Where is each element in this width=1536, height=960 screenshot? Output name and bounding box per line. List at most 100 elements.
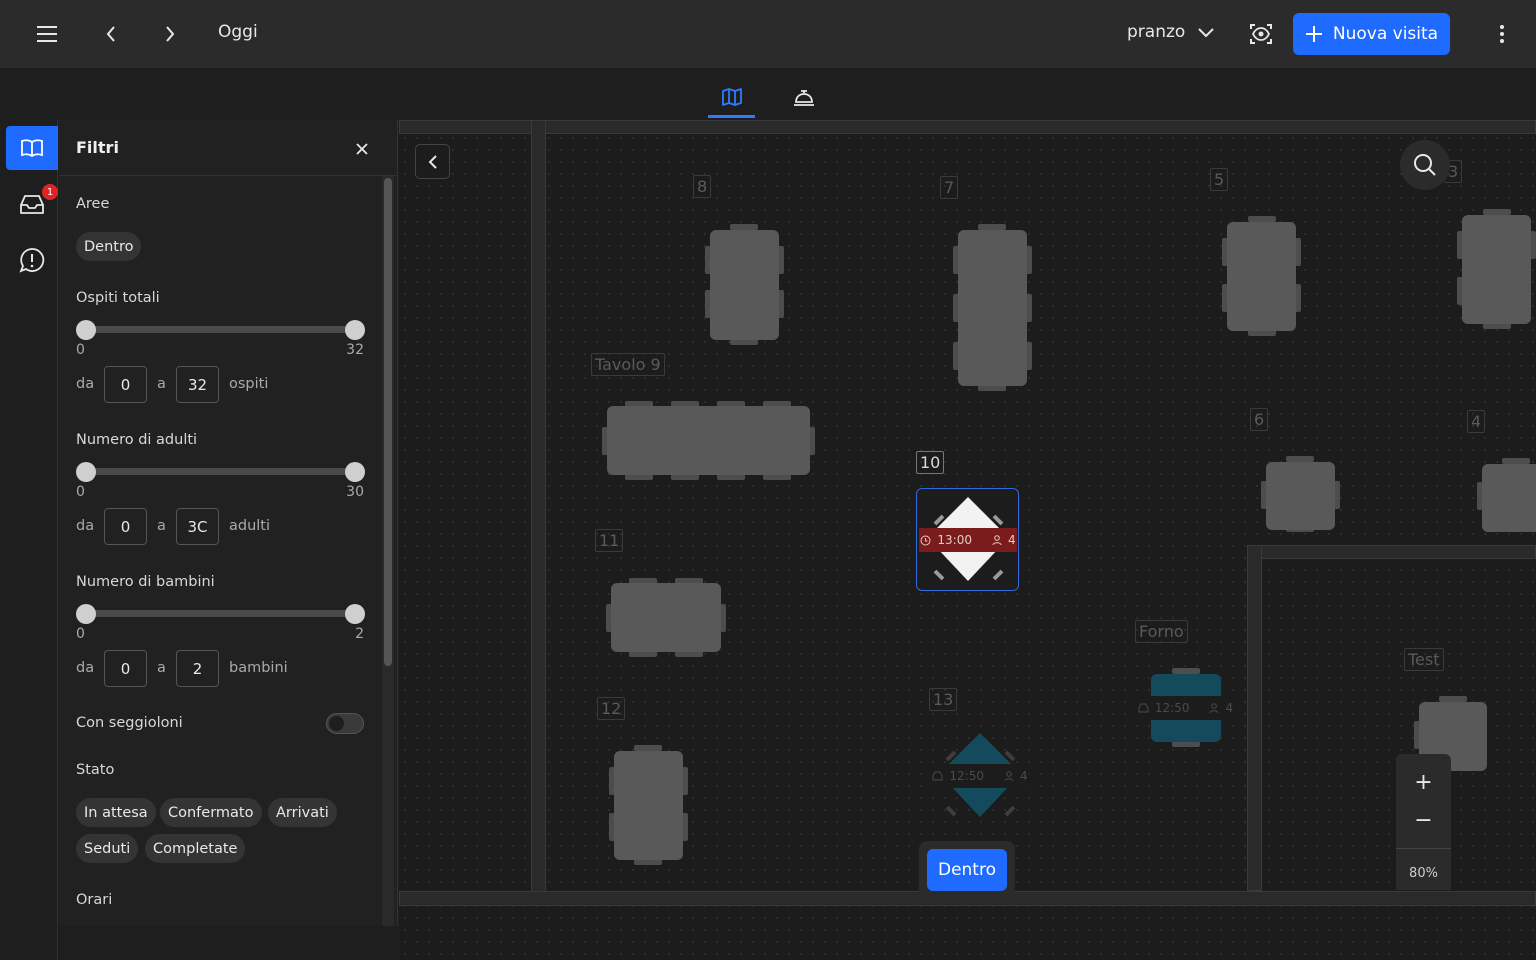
children-slider-min-handle[interactable] (76, 604, 96, 624)
date-label[interactable]: Oggi (218, 22, 258, 42)
reservation-time-10: 13:00 (937, 533, 972, 547)
rail-inbox[interactable]: 1 (6, 182, 58, 226)
chevron-down-icon (1198, 28, 1215, 38)
area-chip[interactable]: Dentro (76, 232, 142, 261)
status-chip-waiting[interactable]: In attesa (76, 798, 156, 827)
alert-bubble-icon (19, 248, 45, 273)
person-icon (1209, 702, 1219, 713)
reservation-badge-13[interactable]: 12:50 4 (931, 764, 1029, 788)
status-chip-arrived[interactable]: Arrivati (268, 798, 337, 827)
filters-panel: Filtri Aree Dentro Ospiti totali 0 32 da… (59, 120, 398, 926)
adults-slider-min-handle[interactable] (76, 462, 96, 482)
zoom-in-button[interactable]: + (1396, 763, 1451, 801)
view-tabs (0, 68, 1536, 120)
guests-min: 0 (76, 342, 85, 358)
table-5[interactable] (1227, 222, 1296, 331)
adults-from-input[interactable]: 0 (104, 508, 147, 545)
status-chip-seated[interactable]: Seduti (76, 834, 139, 863)
status-chip-completed[interactable]: Completate (145, 834, 246, 863)
children-max: 2 (355, 626, 364, 642)
hours-label: Orari (76, 892, 113, 908)
reservation-badge-10[interactable]: 13:00 4 (919, 528, 1017, 552)
chevron-left-icon[interactable] (96, 17, 126, 51)
guests-unit: ospiti (229, 376, 269, 392)
table-3[interactable] (1462, 215, 1531, 324)
table-label-6: 6 (1250, 408, 1269, 431)
rail-alerts[interactable] (6, 238, 58, 282)
collapse-panel-button[interactable] (415, 144, 450, 179)
children-unit: bambini (229, 660, 288, 676)
wall-left (531, 120, 546, 906)
tab-map[interactable] (708, 78, 755, 118)
adults-slider-track (86, 468, 356, 475)
adults-unit: adulti (229, 518, 271, 534)
person-icon (1004, 770, 1014, 781)
new-visit-button[interactable]: Nuova visita (1293, 13, 1450, 55)
adults-slider-max-handle[interactable] (345, 462, 365, 482)
children-from-input[interactable]: 0 (104, 650, 147, 687)
table-11[interactable] (611, 583, 721, 652)
rail-filters[interactable] (6, 126, 58, 170)
close-icon[interactable] (349, 136, 375, 162)
children-slider-track (86, 610, 356, 617)
tab-service[interactable] (780, 78, 827, 118)
zoom-control: + − 80% (1396, 754, 1451, 890)
reservation-time-forno: 12:50 (1154, 701, 1190, 715)
zoom-level: 80% (1409, 866, 1438, 881)
guests-to-input[interactable]: 32 (176, 366, 219, 403)
adults-min: 0 (76, 484, 85, 500)
reservation-badge-forno[interactable]: 12:50 4 (1136, 696, 1235, 720)
guests-from-input[interactable]: 0 (104, 366, 147, 403)
reservation-guests-forno: 4 (1225, 701, 1234, 715)
area-button[interactable]: Dentro (927, 849, 1007, 891)
wall-room-right-left (1247, 545, 1262, 891)
more-vertical-icon[interactable] (1488, 17, 1516, 51)
reservation-guests-10: 4 (1007, 533, 1016, 547)
table-7[interactable] (958, 230, 1027, 386)
table-label-8: 8 (693, 175, 712, 198)
search-icon (1414, 154, 1436, 176)
table-12[interactable] (614, 751, 683, 860)
table-6[interactable] (1266, 462, 1335, 530)
children-to-input[interactable]: 2 (176, 650, 219, 687)
guests-slider-max-handle[interactable] (345, 320, 365, 340)
scrollbar-thumb[interactable] (384, 178, 392, 666)
zoom-out-button[interactable]: − (1396, 801, 1451, 839)
adults-to-input[interactable]: 3C (176, 508, 219, 545)
guests-to-label: a (157, 376, 166, 392)
eye-scan-icon[interactable] (1244, 17, 1278, 51)
adults-from-label: da (76, 518, 95, 534)
service-selector[interactable]: pranzo (1127, 22, 1215, 42)
highchairs-toggle[interactable] (326, 713, 364, 734)
wall-top (399, 120, 1536, 134)
table-10[interactable]: 13:00 4 (916, 488, 1019, 591)
children-to-label: a (157, 660, 166, 676)
table-label-10: 10 (916, 451, 945, 474)
table-9[interactable] (607, 406, 810, 475)
guests-slider-min-handle[interactable] (76, 320, 96, 340)
menu-icon[interactable] (30, 17, 64, 51)
book-open-icon (21, 139, 43, 158)
new-visit-label: Nuova visita (1332, 24, 1439, 44)
table-label-11: 11 (595, 529, 624, 552)
children-label: Numero di bambini (76, 574, 215, 590)
table-label-forno: Forno (1135, 620, 1188, 643)
clock-icon (920, 535, 931, 545)
inbox-icon (1138, 703, 1149, 713)
chevron-right-icon[interactable] (155, 17, 185, 51)
floor-plan[interactable]: 8 7 5 3 Tavolo 9 6 4 10 13:00 4 11 12 13… (399, 120, 1536, 960)
person-icon (992, 534, 1002, 545)
children-min: 0 (76, 626, 85, 642)
areas-label: Aree (76, 196, 110, 212)
table-label-9: Tavolo 9 (591, 353, 665, 376)
top-bar: Oggi pranzo Nuova visita (0, 0, 1536, 68)
status-label: Stato (76, 762, 115, 778)
children-slider-max-handle[interactable] (345, 604, 365, 624)
zoom-divider (1396, 848, 1451, 849)
adults-label: Numero di adulti (76, 432, 198, 448)
table-8[interactable] (710, 230, 779, 340)
table-label-5: 5 (1210, 168, 1229, 191)
status-chip-confirmed[interactable]: Confermato (160, 798, 262, 827)
table-4[interactable] (1482, 464, 1536, 532)
floor-search-button[interactable] (1400, 140, 1450, 190)
